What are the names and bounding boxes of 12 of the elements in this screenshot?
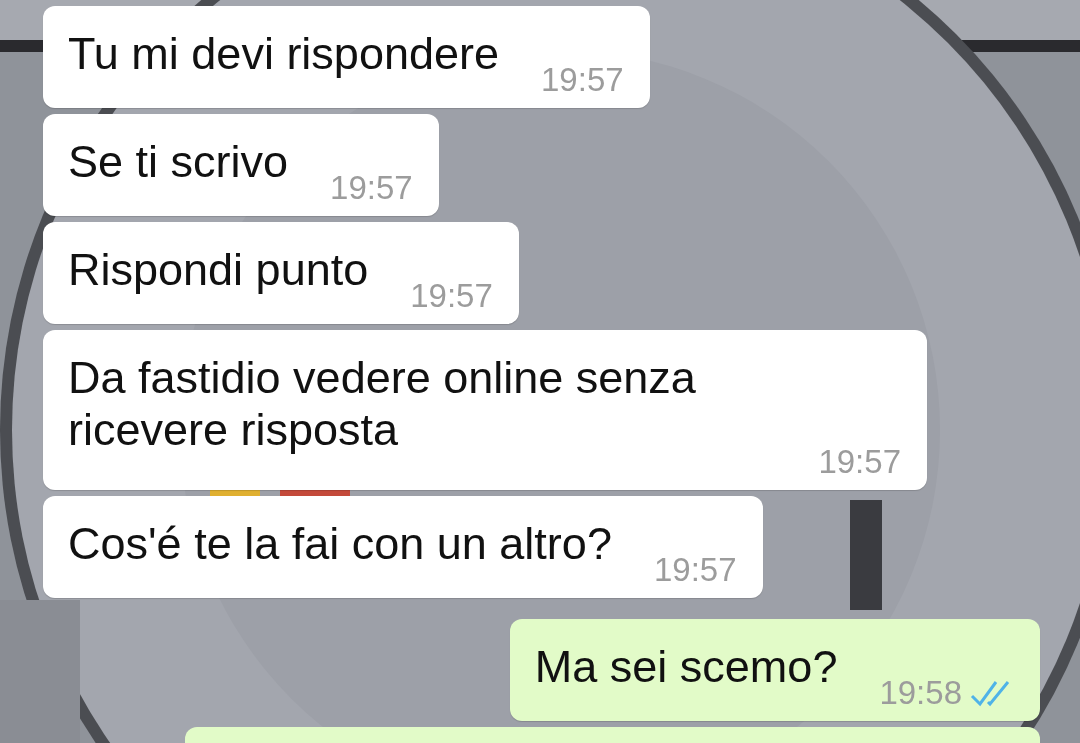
message-time: 19:57 (653, 550, 737, 590)
message-text: Cos'é te la fai con un altro? (68, 518, 612, 571)
message-time: 19:58 (879, 673, 962, 713)
message-text: Rispondi punto (68, 244, 369, 297)
message-text: Se ti scrivo (68, 136, 289, 189)
message-time: 19:57 (818, 442, 901, 482)
message-time: 19:57 (410, 276, 493, 316)
message-text: Da fastidio vedere online senza ricevere risposta (68, 352, 697, 457)
message-time: 19:57 (330, 168, 413, 208)
message-text: Ma sei scemo? (534, 641, 838, 694)
message-time: 19:57 (541, 60, 624, 100)
message-text: Tu mi devi rispondere (68, 28, 499, 81)
